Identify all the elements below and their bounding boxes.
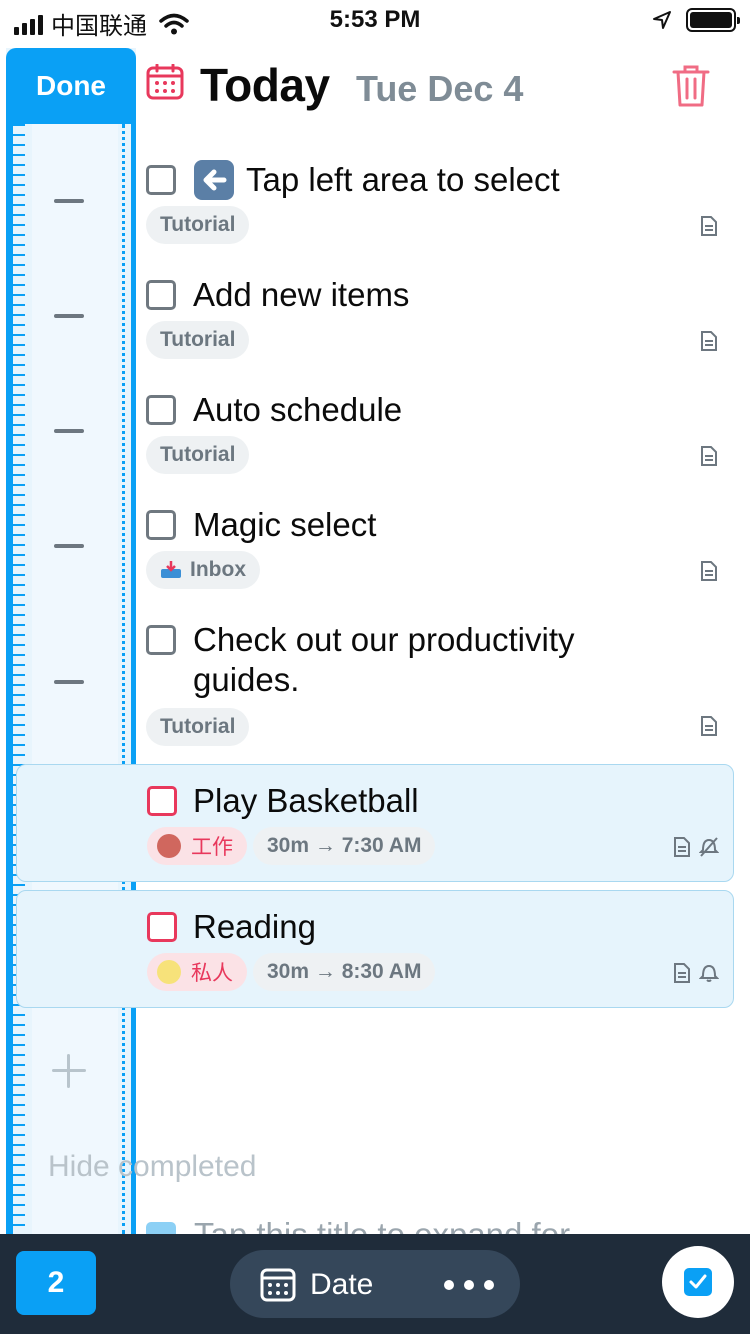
note-icon[interactable]: [700, 561, 718, 581]
tag-label: 工作: [191, 836, 233, 859]
duration-pill[interactable]: 30m → 8:30 AM: [253, 953, 436, 991]
task-title-line2[interactable]: guides.: [193, 660, 299, 700]
task-row-selected[interactable]: Play Basketball 工作 30m → 7:30 AM: [16, 764, 734, 882]
time-ruler[interactable]: [13, 124, 25, 1234]
unscheduled-dash-icon[interactable]: [54, 680, 84, 684]
hide-completed-toggle[interactable]: Hide completed: [48, 1150, 256, 1184]
selected-count-badge[interactable]: 2: [16, 1251, 96, 1315]
add-icon[interactable]: [52, 1054, 86, 1088]
note-icon[interactable]: [700, 216, 718, 236]
task-row[interactable]: Check out our productivity guides. Tutor…: [136, 610, 736, 760]
tag-pill[interactable]: Tutorial: [146, 436, 250, 474]
unscheduled-dash-icon[interactable]: [54, 429, 84, 433]
tag-pill[interactable]: Tutorial: [146, 708, 250, 746]
more-icon[interactable]: [444, 1280, 494, 1290]
battery-icon: [686, 8, 740, 32]
checkbox-checked-icon: [684, 1268, 712, 1296]
date-action-button[interactable]: Date: [230, 1250, 520, 1318]
duration-pill[interactable]: 30m → 7:30 AM: [253, 827, 436, 865]
note-icon[interactable]: [700, 716, 718, 736]
tag-pill[interactable]: Tutorial: [146, 206, 250, 244]
tag-label: Inbox: [190, 558, 246, 581]
bell-icon[interactable]: [699, 963, 719, 983]
status-right: [652, 8, 740, 32]
task-title[interactable]: Auto schedule: [193, 390, 402, 430]
tag-color-dot: [157, 960, 181, 984]
task-row-selected[interactable]: Reading 私人 30m → 8:30 AM: [16, 890, 734, 1008]
calendar-icon: [146, 64, 184, 100]
done-button[interactable]: Done: [6, 48, 136, 124]
task-title[interactable]: Play Basketball: [193, 781, 419, 821]
task-title[interactable]: Magic select: [193, 505, 376, 545]
inbox-tray-icon: [160, 561, 182, 579]
selection-rail[interactable]: Done: [6, 48, 136, 1234]
calendar-icon: [260, 1268, 296, 1302]
task-row[interactable]: Magic select Inbox: [136, 495, 736, 605]
unscheduled-dash-icon[interactable]: [54, 199, 84, 203]
task-checkbox[interactable]: [147, 786, 177, 816]
rail-edge: [6, 124, 13, 1234]
unscheduled-dash-icon[interactable]: [54, 314, 84, 318]
note-icon[interactable]: [700, 446, 718, 466]
task-row[interactable]: Tap left area to select Tutorial: [136, 150, 736, 260]
tag-pill[interactable]: Tutorial: [146, 321, 250, 359]
task-row[interactable]: Add new items Tutorial: [136, 265, 736, 375]
status-time: 5:53 PM: [329, 6, 421, 33]
note-icon[interactable]: [700, 331, 718, 351]
select-all-button[interactable]: [662, 1246, 734, 1318]
task-checkbox[interactable]: [146, 165, 176, 195]
task-checkbox[interactable]: [146, 510, 176, 540]
task-row[interactable]: Auto schedule Tutorial: [136, 380, 736, 490]
page-title[interactable]: Today: [200, 58, 330, 112]
task-title[interactable]: Add new items: [193, 275, 409, 315]
tag-pill[interactable]: Inbox: [146, 551, 260, 589]
bottom-toolbar: 2 Date: [0, 1234, 750, 1334]
tag-pill[interactable]: 工作: [147, 827, 247, 865]
task-title-line1[interactable]: Check out our productivity: [193, 620, 575, 660]
left-arrow-emoji-icon: [194, 160, 234, 200]
task-checkbox[interactable]: [146, 395, 176, 425]
date-action-label: Date: [310, 1268, 374, 1301]
tag-pill[interactable]: 私人: [147, 953, 247, 991]
page-date[interactable]: Tue Dec 4: [356, 68, 523, 110]
location-arrow-icon: [653, 11, 671, 29]
bell-off-icon[interactable]: [699, 837, 719, 857]
tag-label: 私人: [191, 962, 233, 985]
task-title[interactable]: Reading: [193, 907, 316, 947]
rail-dotted-line: [122, 124, 125, 1234]
tag-color-dot: [157, 834, 181, 858]
status-bar: 中国联通 5:53 PM: [0, 0, 750, 42]
note-icon[interactable]: [673, 837, 691, 857]
task-checkbox[interactable]: [146, 280, 176, 310]
task-checkbox[interactable]: [147, 912, 177, 942]
unscheduled-dash-icon[interactable]: [54, 544, 84, 548]
trash-icon[interactable]: [672, 64, 710, 108]
task-checkbox[interactable]: [146, 625, 176, 655]
task-title[interactable]: Tap left area to select: [246, 160, 560, 200]
note-icon[interactable]: [673, 963, 691, 983]
